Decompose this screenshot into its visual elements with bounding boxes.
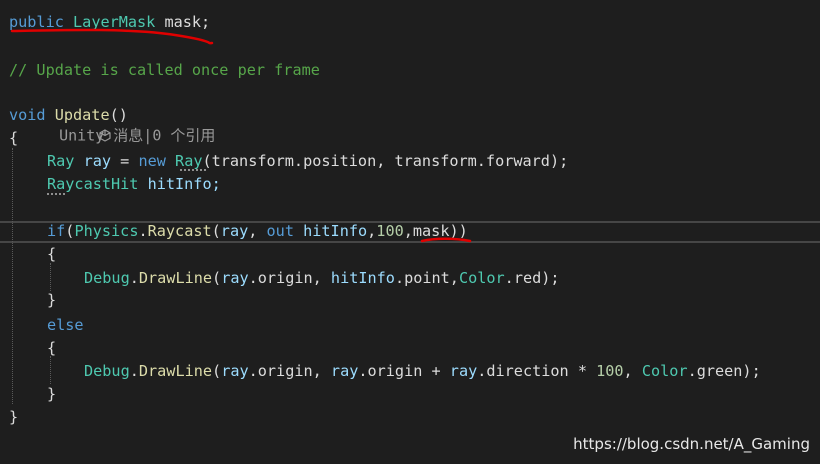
annotation-underline-field xyxy=(10,28,214,45)
watermark-url: https://blog.csdn.net/A_Gaming xyxy=(573,435,810,453)
code-editor[interactable]: public LayerMask mask; // Update is call… xyxy=(0,0,820,464)
annotation-underline-mask xyxy=(420,237,472,243)
red-annotation-marks xyxy=(10,28,472,243)
